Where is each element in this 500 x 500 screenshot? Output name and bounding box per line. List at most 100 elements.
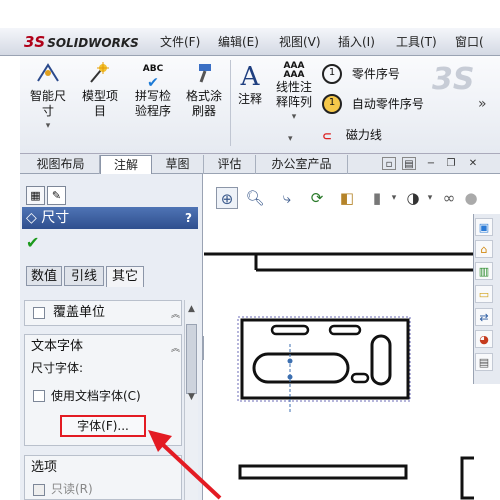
selected-view-bbox bbox=[237, 316, 411, 402]
spell-checker-button[interactable]: ABC ✔ 拼写检 验程序 bbox=[128, 62, 178, 132]
tab-view-layout[interactable]: 视图布局 bbox=[22, 155, 100, 174]
dropdown-arrow-icon[interactable]: ▾ bbox=[388, 187, 400, 209]
previous-view-icon[interactable]: ⤷ bbox=[276, 187, 298, 209]
magnetic-line-label: 磁力线 bbox=[345, 128, 382, 142]
font-button[interactable]: 字体(F)... bbox=[60, 415, 146, 437]
menu-window[interactable]: 窗口( bbox=[455, 32, 484, 52]
menu-file[interactable]: 文件(F) bbox=[160, 32, 200, 52]
menu-insert[interactable]: 插入(I) bbox=[338, 32, 375, 52]
model-items-label-1: 模型项 bbox=[81, 89, 118, 103]
help-icon[interactable]: ? bbox=[185, 207, 192, 229]
lower-rectangle bbox=[238, 464, 408, 480]
scroll-up-icon[interactable]: ▲ bbox=[186, 304, 197, 318]
dimension-font-label: 尺寸字体: bbox=[31, 361, 84, 375]
tab-office-products[interactable]: 办公室产品 bbox=[256, 155, 348, 174]
format-painter-label-1: 格式涂 bbox=[185, 89, 222, 103]
minimize-icon[interactable]: − bbox=[424, 157, 438, 170]
property-manager-tab-icon[interactable]: ✎ bbox=[47, 186, 66, 205]
tab-leaders[interactable]: 引线 bbox=[64, 266, 104, 286]
model-items-icon bbox=[76, 62, 124, 89]
model-items-button[interactable]: 模型项 目 bbox=[76, 62, 124, 132]
appearance-icon[interactable]: ● bbox=[460, 187, 482, 209]
linear-note-icon-row2: AAA bbox=[283, 70, 305, 80]
tab-evaluate[interactable]: 评估 bbox=[204, 155, 256, 174]
smart-dimension-label-1: 智能尺 bbox=[29, 89, 66, 103]
paintbrush-icon bbox=[180, 62, 228, 89]
drawing-view-part[interactable] bbox=[240, 318, 410, 414]
override-units-checkbox[interactable] bbox=[33, 307, 45, 319]
read-only-checkbox[interactable] bbox=[33, 484, 45, 496]
drawing-sheet[interactable] bbox=[204, 214, 474, 500]
tab-value[interactable]: 数值 bbox=[26, 266, 62, 286]
resources-icon[interactable]: ▣ bbox=[475, 218, 493, 236]
read-only-label: 只读(R) bbox=[51, 482, 93, 496]
logo-text: SOLIDWORKS bbox=[47, 36, 139, 50]
magnet-icon: ⊂ bbox=[322, 128, 333, 143]
custom-properties-icon[interactable]: ▤ bbox=[475, 353, 493, 371]
section-view-icon[interactable]: ◧ bbox=[336, 187, 358, 209]
ds-logo-icon: 3S bbox=[24, 33, 46, 51]
checkmark-blue-icon: ✔ bbox=[147, 75, 159, 91]
dropdown-arrow-icon[interactable]: ▾ bbox=[288, 130, 302, 144]
auto-balloon-label: 自动零件序号 bbox=[351, 96, 424, 111]
balloon-label: 零件序号 bbox=[351, 66, 400, 81]
menu-view[interactable]: 视图(V) bbox=[279, 32, 321, 52]
linear-note-label-2: 释阵列 bbox=[275, 95, 312, 109]
rotate-view-icon[interactable]: ⟳ bbox=[306, 187, 328, 209]
tab-other[interactable]: 其它 bbox=[106, 266, 144, 287]
use-document-font-label: 使用文档字体(C) bbox=[51, 389, 141, 403]
ok-checkmark-icon[interactable]: ✔ bbox=[26, 233, 39, 252]
design-library-icon[interactable]: ▥ bbox=[475, 262, 493, 280]
model-items-label-2: 目 bbox=[93, 104, 106, 118]
restore-icon[interactable]: ❐ bbox=[444, 157, 458, 170]
ribbon-overflow-icon[interactable]: » bbox=[478, 96, 496, 114]
view-orientation-icon[interactable]: ▮ bbox=[366, 187, 388, 209]
view-palette-icon[interactable]: ⇄ bbox=[475, 308, 493, 326]
use-document-font-checkbox[interactable] bbox=[33, 390, 45, 402]
scrollbar-thumb[interactable] bbox=[186, 324, 197, 394]
annotation-red-arrow bbox=[148, 430, 222, 500]
smart-dimension-label-2: 寸 bbox=[41, 104, 54, 118]
smart-dimension-button[interactable]: 智能尺 寸 ▾ bbox=[24, 62, 72, 142]
tab-annotation[interactable]: 注解 bbox=[100, 155, 152, 174]
dropdown-arrow-icon[interactable]: ▾ bbox=[270, 110, 318, 125]
spell-check-label-2: 验程序 bbox=[134, 104, 171, 118]
pm-title: 尺寸 bbox=[41, 210, 70, 226]
override-units-group: 覆盖单位 ︽ bbox=[24, 300, 182, 326]
dropdown-arrow-icon[interactable]: ▾ bbox=[24, 119, 72, 134]
options-title: 选项 bbox=[31, 460, 58, 475]
menu-tools[interactable]: 工具(T) bbox=[396, 32, 437, 52]
menu-edit[interactable]: 编辑(E) bbox=[218, 32, 259, 52]
collapse-chevron-icon[interactable]: ︽ bbox=[171, 341, 180, 354]
zoom-to-fit-icon[interactable]: ⊕ bbox=[216, 187, 238, 209]
hide-show-items-icon[interactable]: ∞ bbox=[438, 187, 460, 209]
note-label: 注释 bbox=[237, 92, 262, 106]
spell-check-label-1: 拼写检 bbox=[134, 89, 171, 103]
zoom-area-icon[interactable]: 🔍︎ bbox=[244, 187, 266, 209]
sheet-border bbox=[204, 252, 474, 272]
balloon-icon: 1 bbox=[322, 64, 342, 84]
scroll-down-icon[interactable]: ▼ bbox=[186, 392, 197, 406]
tile-window-icon[interactable]: ▫ bbox=[382, 157, 396, 170]
display-style-icon[interactable]: ◑ bbox=[402, 187, 424, 209]
format-painter-button[interactable]: 格式涂 刷器 bbox=[180, 62, 228, 132]
expand-chevron-icon[interactable]: ︽ bbox=[171, 307, 180, 320]
property-manager-header: ◇ 尺寸 ? bbox=[22, 207, 198, 229]
close-icon[interactable]: ✕ bbox=[466, 157, 480, 170]
magnetic-line-button[interactable]: ⊂ 磁力线 bbox=[322, 127, 432, 147]
note-button[interactable]: A 注释 bbox=[233, 62, 267, 132]
feature-tree-tab-icon[interactable]: ▦ bbox=[26, 186, 45, 205]
note-icon: A bbox=[240, 62, 260, 92]
solidworks-logo[interactable]: 3S SOLIDWORKS bbox=[24, 32, 152, 52]
right-edge-shapes bbox=[460, 456, 474, 500]
ds-watermark-icon: 3S bbox=[432, 62, 475, 97]
appearances-icon[interactable]: ◕ bbox=[475, 330, 493, 348]
file-explorer-icon[interactable]: ▭ bbox=[475, 285, 493, 303]
cascade-window-icon[interactable]: ▤ bbox=[402, 157, 416, 170]
smart-dimension-icon bbox=[24, 62, 72, 89]
dropdown-arrow-icon[interactable]: ▾ bbox=[424, 187, 436, 209]
linear-note-pattern-button[interactable]: AAA AAA 线性注 释阵列 ▾ bbox=[270, 62, 318, 132]
override-units-label: 覆盖单位 bbox=[53, 305, 106, 320]
tab-sketch[interactable]: 草图 bbox=[152, 155, 204, 174]
home-icon[interactable]: ⌂ bbox=[475, 240, 493, 258]
